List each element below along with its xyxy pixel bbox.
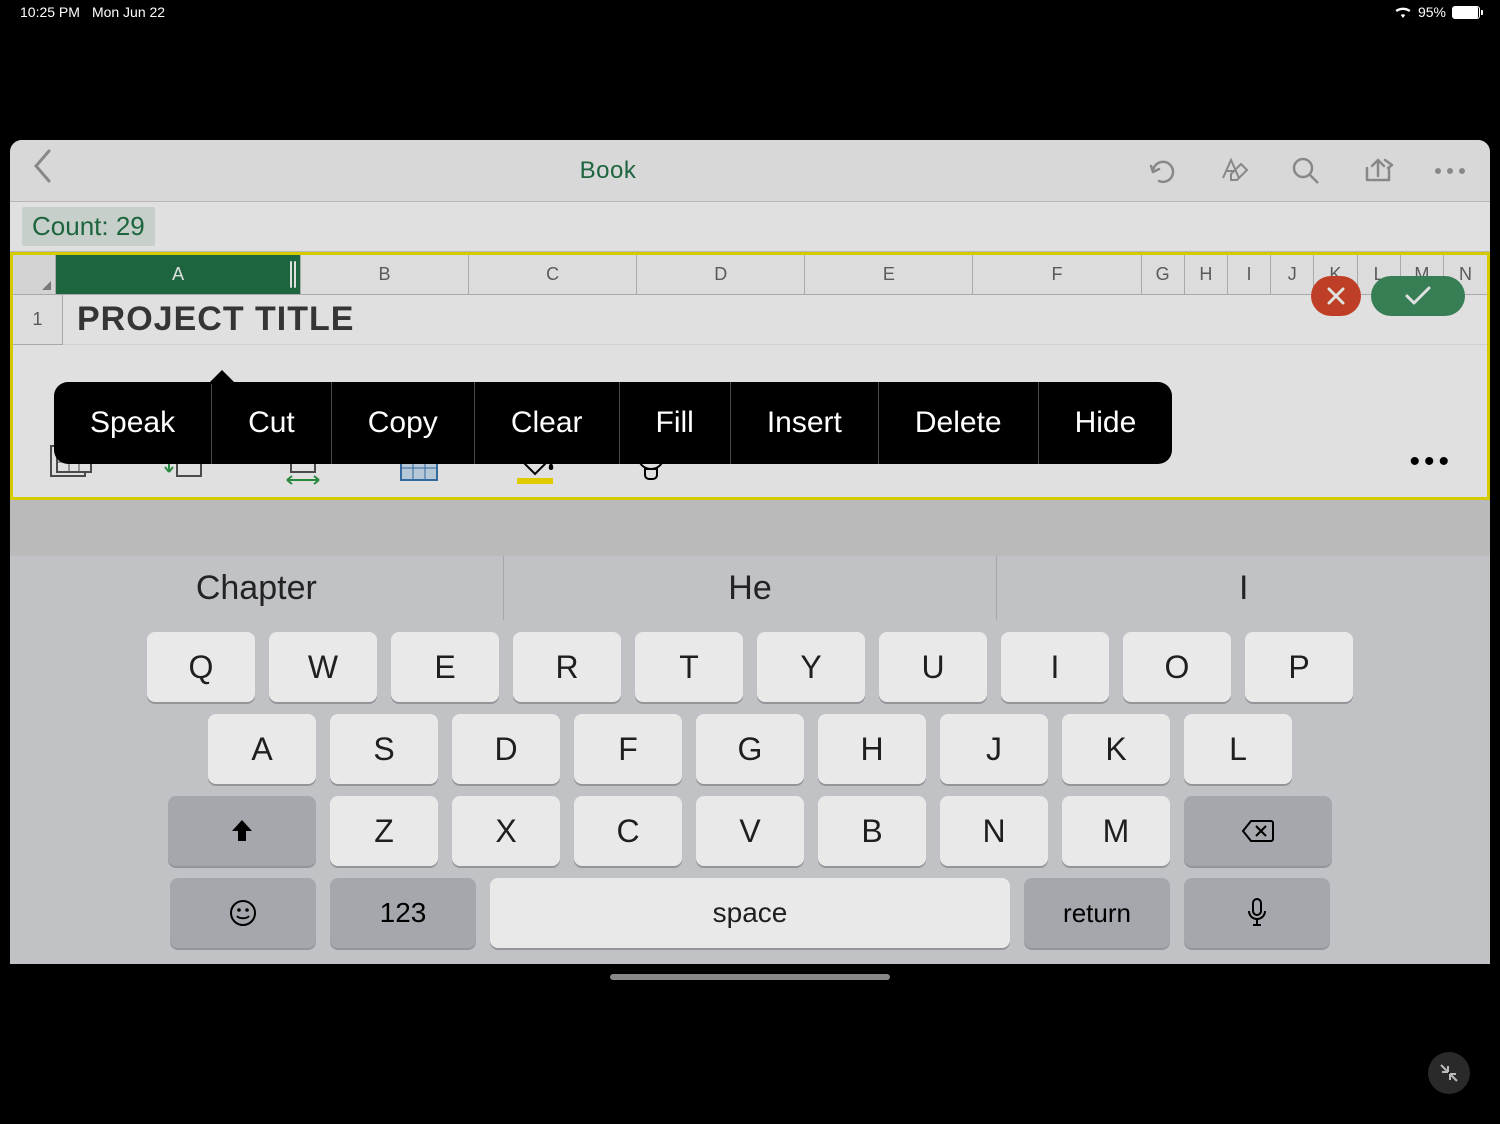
app-toolbar: Book bbox=[10, 140, 1490, 202]
key-e[interactable]: E bbox=[391, 632, 499, 702]
key-r[interactable]: R bbox=[513, 632, 621, 702]
key-c[interactable]: C bbox=[574, 796, 682, 866]
column-header-e[interactable]: E bbox=[805, 255, 973, 294]
key-space[interactable]: space bbox=[490, 878, 1010, 948]
on-screen-keyboard: Chapter He I Q W E R T Y U I O P A S D F… bbox=[10, 556, 1490, 964]
column-header-f[interactable]: F bbox=[973, 255, 1141, 294]
key-d[interactable]: D bbox=[452, 714, 560, 784]
search-button[interactable] bbox=[1288, 153, 1324, 189]
key-q[interactable]: Q bbox=[147, 632, 255, 702]
cell-a1[interactable]: PROJECT TITLE bbox=[63, 295, 1487, 345]
prediction-2[interactable]: He bbox=[504, 556, 998, 620]
selection-summary: Count: 29 bbox=[22, 207, 155, 246]
confirm-edit-button[interactable] bbox=[1371, 276, 1465, 316]
key-emoji[interactable] bbox=[170, 878, 316, 948]
key-return[interactable]: return bbox=[1024, 878, 1170, 948]
ctx-cut[interactable]: Cut bbox=[212, 382, 332, 464]
battery-percent: 95% bbox=[1418, 4, 1446, 20]
key-h[interactable]: H bbox=[818, 714, 926, 784]
key-y[interactable]: Y bbox=[757, 632, 865, 702]
wifi-icon bbox=[1394, 6, 1412, 18]
device-status-bar: 10:25 PM Mon Jun 22 95% bbox=[0, 0, 1500, 24]
key-row-4: 123 space return bbox=[10, 878, 1490, 948]
edit-font-button[interactable] bbox=[1216, 153, 1252, 189]
key-g[interactable]: G bbox=[696, 714, 804, 784]
key-f[interactable]: F bbox=[574, 714, 682, 784]
minimize-keyboard-button[interactable] bbox=[1428, 1052, 1470, 1094]
key-b[interactable]: B bbox=[818, 796, 926, 866]
key-numeric[interactable]: 123 bbox=[330, 878, 476, 948]
formula-bar[interactable]: Count: 29 bbox=[10, 202, 1490, 252]
emoji-icon bbox=[228, 898, 258, 928]
undo-button[interactable] bbox=[1144, 153, 1180, 189]
more-button[interactable] bbox=[1432, 153, 1468, 189]
home-indicator[interactable] bbox=[610, 974, 890, 980]
column-header-g[interactable]: G bbox=[1142, 255, 1185, 294]
context-menu: Speak Cut Copy Clear Fill Insert Delete … bbox=[54, 382, 1172, 464]
column-header-h[interactable]: H bbox=[1185, 255, 1228, 294]
shift-icon bbox=[228, 817, 256, 845]
battery-icon bbox=[1452, 6, 1480, 19]
key-backspace[interactable] bbox=[1184, 796, 1332, 866]
key-j[interactable]: J bbox=[940, 714, 1048, 784]
key-n[interactable]: N bbox=[940, 796, 1048, 866]
key-l[interactable]: L bbox=[1184, 714, 1292, 784]
share-button[interactable] bbox=[1360, 153, 1396, 189]
key-p[interactable]: P bbox=[1245, 632, 1353, 702]
ctx-hide[interactable]: Hide bbox=[1039, 382, 1173, 464]
prediction-bar: Chapter He I bbox=[10, 556, 1490, 620]
key-v[interactable]: V bbox=[696, 796, 804, 866]
column-header-c[interactable]: C bbox=[469, 255, 637, 294]
prediction-3[interactable]: I bbox=[997, 556, 1490, 620]
key-w[interactable]: W bbox=[269, 632, 377, 702]
key-row-1: Q W E R T Y U I O P bbox=[10, 632, 1490, 702]
key-k[interactable]: K bbox=[1062, 714, 1170, 784]
ribbon-more-icon[interactable]: ••• bbox=[1409, 445, 1453, 479]
microphone-icon bbox=[1246, 897, 1268, 929]
column-headers: A B C D E F G H I J K L M N bbox=[13, 255, 1487, 295]
column-header-b[interactable]: B bbox=[301, 255, 469, 294]
column-header-a[interactable]: A bbox=[56, 255, 301, 294]
column-header-i[interactable]: I bbox=[1228, 255, 1271, 294]
status-date: Mon Jun 22 bbox=[92, 4, 165, 20]
key-shift[interactable] bbox=[168, 796, 316, 866]
backspace-icon bbox=[1241, 819, 1275, 843]
column-header-j[interactable]: J bbox=[1271, 255, 1314, 294]
cancel-edit-button[interactable] bbox=[1311, 276, 1361, 316]
key-x[interactable]: X bbox=[452, 796, 560, 866]
row-header-1[interactable]: 1 bbox=[13, 295, 63, 345]
key-t[interactable]: T bbox=[635, 632, 743, 702]
table-row: 1 PROJECT TITLE bbox=[13, 295, 1487, 345]
key-o[interactable]: O bbox=[1123, 632, 1231, 702]
status-time: 10:25 PM bbox=[20, 4, 80, 20]
ctx-copy[interactable]: Copy bbox=[332, 382, 475, 464]
key-s[interactable]: S bbox=[330, 714, 438, 784]
key-u[interactable]: U bbox=[879, 632, 987, 702]
document-title[interactable]: Book bbox=[72, 157, 1144, 185]
context-menu-caret-icon bbox=[208, 370, 236, 384]
collapse-icon bbox=[1438, 1062, 1460, 1084]
key-z[interactable]: Z bbox=[330, 796, 438, 866]
ctx-clear[interactable]: Clear bbox=[475, 382, 620, 464]
ctx-speak[interactable]: Speak bbox=[54, 382, 212, 464]
key-row-3: Z X C V B N M bbox=[10, 796, 1490, 866]
back-button[interactable] bbox=[32, 149, 72, 192]
column-header-d[interactable]: D bbox=[637, 255, 805, 294]
key-a[interactable]: A bbox=[208, 714, 316, 784]
ctx-delete[interactable]: Delete bbox=[879, 382, 1039, 464]
key-i[interactable]: I bbox=[1001, 632, 1109, 702]
prediction-1[interactable]: Chapter bbox=[10, 556, 504, 620]
ctx-fill[interactable]: Fill bbox=[620, 382, 731, 464]
select-all-corner[interactable] bbox=[13, 255, 56, 294]
key-row-2: A S D F G H J K L bbox=[10, 714, 1490, 784]
ctx-insert[interactable]: Insert bbox=[731, 382, 879, 464]
key-m[interactable]: M bbox=[1062, 796, 1170, 866]
key-dictation[interactable] bbox=[1184, 878, 1330, 948]
